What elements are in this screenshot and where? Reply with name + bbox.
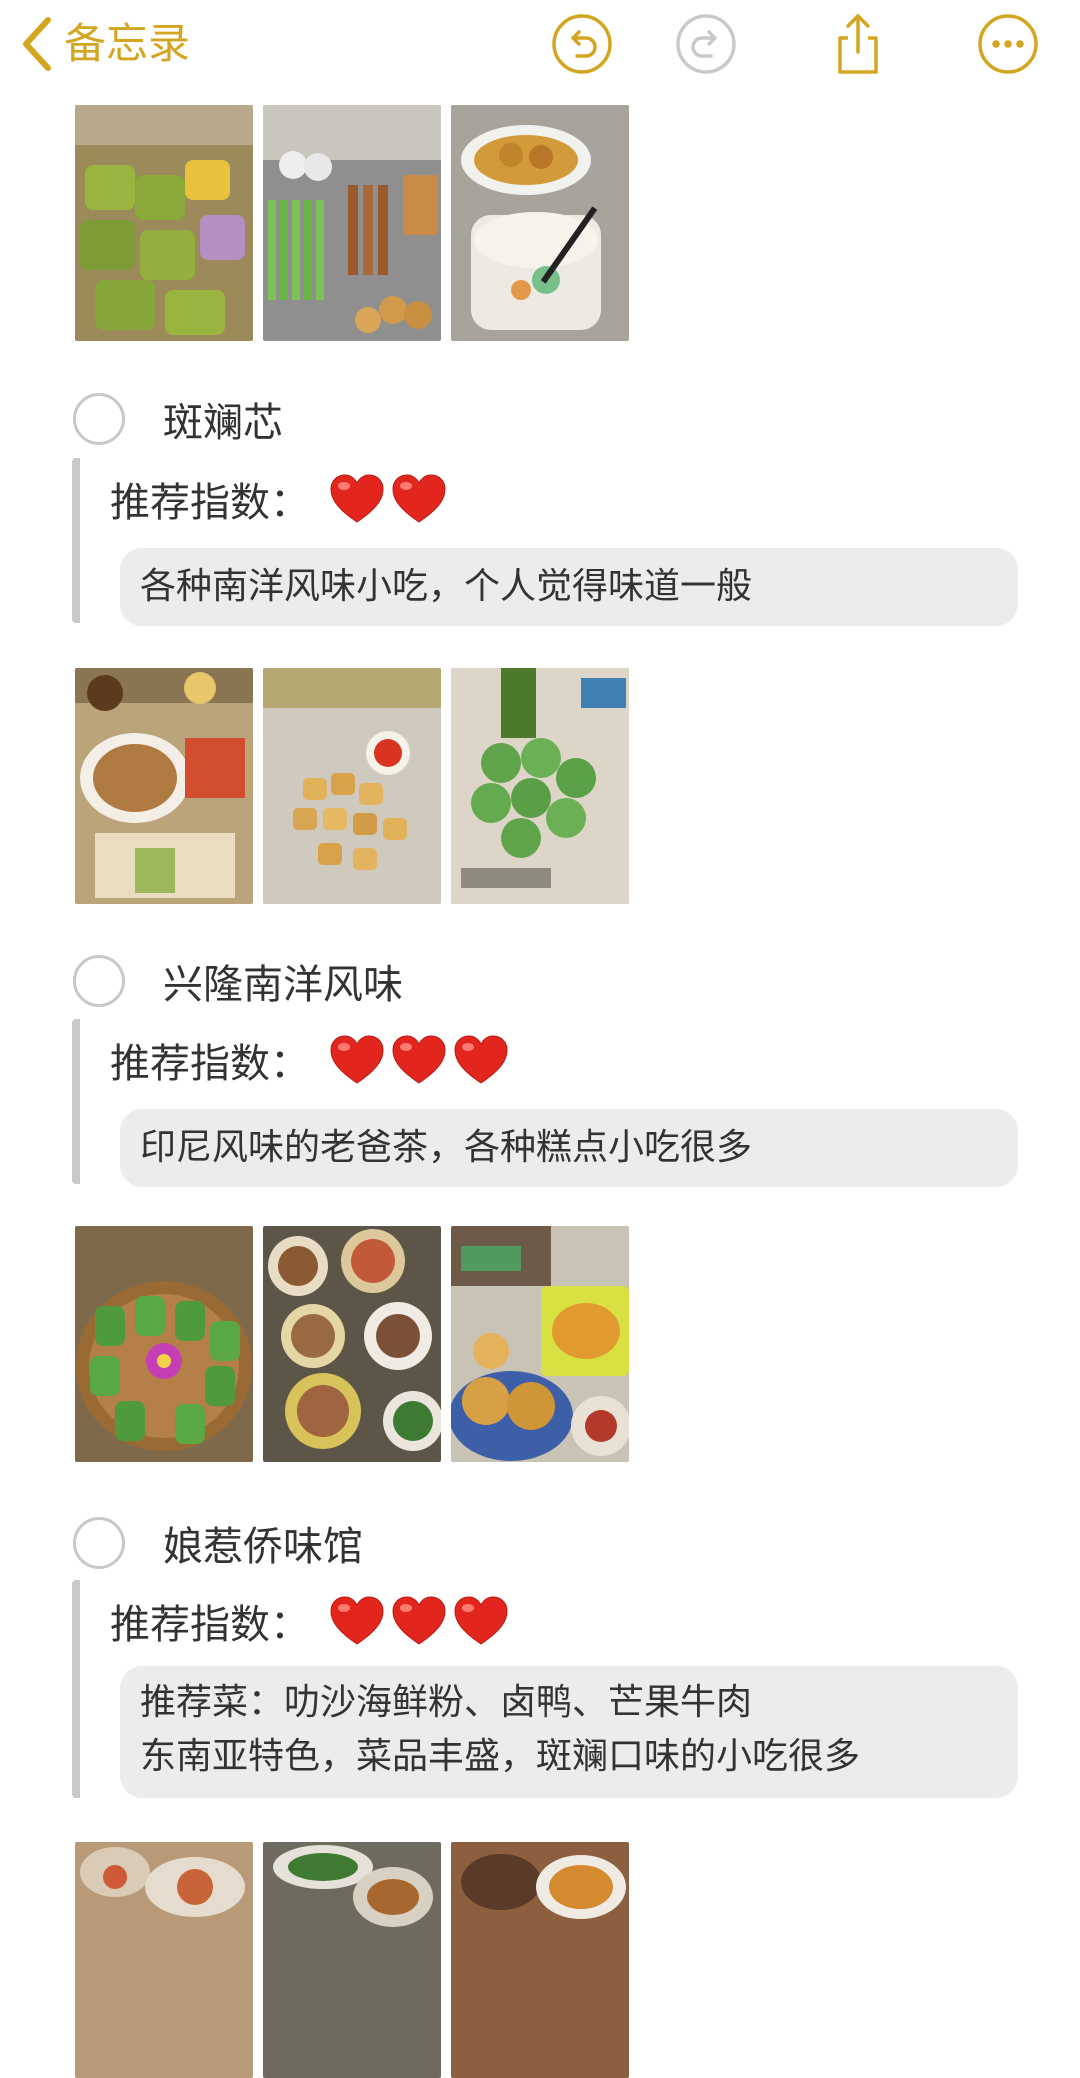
description-line: 推荐菜：叻沙海鲜粉、卤鸭、芒果牛肉	[140, 1682, 753, 1723]
checklist-checkbox[interactable]	[73, 393, 125, 445]
photo-row	[75, 1842, 629, 2078]
heart-rating	[330, 1596, 508, 1646]
heart-icon	[392, 1596, 446, 1645]
checklist-item: 斑斓芯	[73, 390, 283, 448]
heart-rating	[330, 1035, 508, 1085]
undo-icon[interactable]	[550, 12, 614, 76]
checklist-item: 娘惹侨味馆	[73, 1514, 363, 1572]
more-icon[interactable]	[976, 12, 1040, 76]
food-photo-dessert-bowl[interactable]	[451, 105, 629, 341]
rating-label: 推荐指数：	[110, 1041, 310, 1087]
checklist-checkbox[interactable]	[73, 1517, 125, 1569]
chevron-left-icon	[23, 17, 51, 71]
heart-icon	[330, 474, 384, 523]
food-photo-kueh-market[interactable]	[75, 105, 253, 341]
quote-block: 推荐指数： 各种南洋风味小吃，个人觉得味道一般	[72, 458, 1020, 626]
share-icon[interactable]	[826, 12, 890, 76]
heart-icon	[330, 1596, 384, 1645]
heart-icon	[392, 1035, 446, 1084]
photo-row	[75, 1226, 629, 1462]
item-title: 斑斓芯	[163, 400, 283, 446]
rating-line: 推荐指数：	[110, 1031, 508, 1089]
food-photo-fried-tofu[interactable]	[263, 668, 441, 904]
quote-block: 推荐指数： 推荐菜：叻沙海鲜粉、卤鸭、芒果牛肉 东南亚特色，菜品丰盛，斑斓口味的…	[72, 1580, 1020, 1798]
checklist-checkbox[interactable]	[73, 955, 125, 1007]
food-photo-wrapped-dish[interactable]	[75, 1226, 253, 1462]
description-bubble: 各种南洋风味小吃，个人觉得味道一般	[120, 548, 1018, 626]
food-photo-dim-sum[interactable]	[263, 1226, 441, 1462]
description-line: 印尼风味的老爸茶，各种糕点小吃很多	[140, 1127, 753, 1168]
rating-label: 推荐指数：	[110, 1602, 310, 1648]
rating-line: 推荐指数：	[110, 470, 446, 528]
food-photo-greens-table[interactable]	[263, 1842, 441, 2078]
back-button[interactable]: 备忘录	[18, 14, 190, 74]
description-line: 东南亚特色，菜品丰盛，斑斓口味的小吃很多	[140, 1736, 861, 1777]
checklist-item: 兴隆南洋风味	[73, 952, 403, 1010]
redo-icon[interactable]	[674, 12, 738, 76]
photo-row	[75, 668, 629, 904]
food-photo-stall-snacks[interactable]	[263, 105, 441, 341]
description-bubble: 印尼风味的老爸茶，各种糕点小吃很多	[120, 1109, 1018, 1187]
heart-icon	[454, 1596, 508, 1645]
rating-line: 推荐指数：	[110, 1592, 508, 1650]
food-photo-buns-plate[interactable]	[451, 1226, 629, 1462]
quote-block: 推荐指数： 印尼风味的老爸茶，各种糕点小吃很多	[72, 1019, 1020, 1187]
heart-icon	[330, 1035, 384, 1084]
food-photo-noodle-platter[interactable]	[75, 668, 253, 904]
item-title: 兴隆南洋风味	[163, 962, 403, 1008]
food-photo-curry-bowls[interactable]	[451, 1842, 629, 2078]
food-photo-seafood-table[interactable]	[75, 1842, 253, 2078]
heart-rating	[330, 474, 446, 524]
description-line: 各种南洋风味小吃，个人觉得味道一般	[140, 566, 753, 607]
photo-row	[75, 105, 629, 341]
heart-icon	[454, 1035, 508, 1084]
note-content: 斑斓芯 推荐指数： 各种南洋风味小吃，个人觉得味道一般 兴隆南洋风味 推荐指数：…	[0, 0, 1080, 2078]
item-title: 娘惹侨味馆	[163, 1524, 363, 1570]
back-label: 备忘录	[64, 19, 191, 68]
description-bubble: 推荐菜：叻沙海鲜粉、卤鸭、芒果牛肉 东南亚特色，菜品丰盛，斑斓口味的小吃很多	[120, 1666, 1018, 1798]
food-photo-green-dumplings[interactable]	[451, 668, 629, 904]
navigation-bar: 备忘录	[0, 0, 1080, 100]
heart-icon	[392, 474, 446, 523]
rating-label: 推荐指数：	[110, 480, 310, 526]
